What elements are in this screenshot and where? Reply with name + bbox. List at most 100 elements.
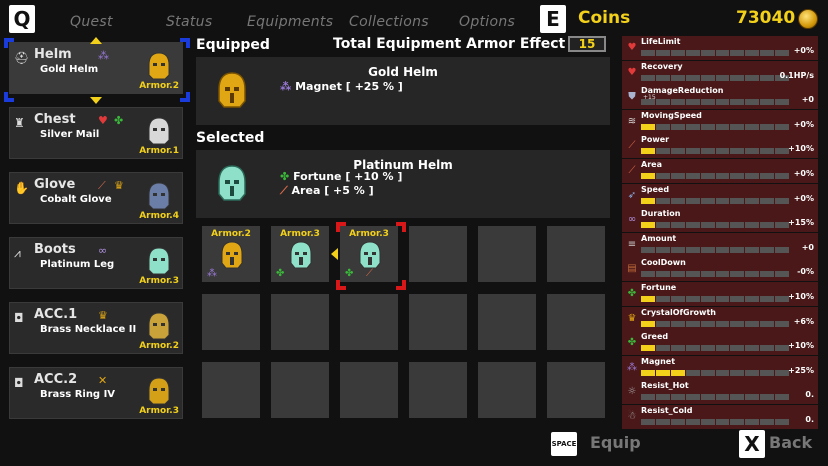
stat-row-damagereduction: ⛊ DamageReduction +15 +0 <box>622 85 818 110</box>
cell-selection-corner <box>336 280 346 290</box>
greed-icon: ✤ <box>627 337 637 349</box>
boots-icon-small: ⩘ <box>14 246 21 260</box>
inventory-cell-empty[interactable] <box>409 226 467 282</box>
space-key-icon[interactable]: SPACE <box>551 432 577 456</box>
stat-name: Recovery <box>641 61 683 71</box>
inventory-cell-empty[interactable] <box>202 362 260 418</box>
inventory-cell-empty[interactable] <box>202 294 260 350</box>
slot-armor-value: Armor.2 <box>139 81 179 91</box>
stat-row-amount: ≡ Amount +0 <box>622 232 818 257</box>
tab-equipments[interactable]: Equipments <box>247 14 333 30</box>
sword-icon: ⟋ <box>628 140 636 152</box>
stat-row-cooldown: ▤ CoolDown -0% <box>622 257 818 282</box>
stat-bar <box>641 222 790 229</box>
inventory-cell-item[interactable]: Armor.3 ✤ ⟋ <box>340 226 398 282</box>
equipment-slot-boots[interactable]: ⩘ Boots ∞ Platinum Leg Armor.3 <box>9 237 183 289</box>
equipment-slot-helm[interactable]: ⛑ Helm ⁂ Gold Helm Armor.2 <box>9 42 183 94</box>
stat-bar <box>641 50 790 56</box>
inventory-cell-empty[interactable] <box>340 362 398 418</box>
heart-icon: ♥ <box>627 66 637 78</box>
selection-corner <box>4 38 14 48</box>
chest-icon <box>148 117 170 145</box>
equip-hint-label[interactable]: Equip <box>590 433 641 452</box>
selected-effect-text: Fortune [ +10 % ] <box>293 170 403 183</box>
inventory-cell-empty[interactable] <box>478 362 536 418</box>
equipped-item-name: Gold Helm <box>368 65 438 79</box>
top-bar: Q Quest Status Equipments Collections Op… <box>0 0 828 40</box>
stat-value: +25% <box>788 365 814 375</box>
wand-icon: ⟋ <box>366 268 373 279</box>
stat-row-greed: ✤ Greed +10% <box>622 331 818 356</box>
boots-icon <box>148 247 170 275</box>
tab-status[interactable]: Status <box>166 14 212 30</box>
stat-value: -0% <box>797 267 814 277</box>
total-armor-value: 15 <box>568 36 606 52</box>
helm-icon <box>290 241 312 269</box>
necklace-icon-small: ◘ <box>14 311 24 325</box>
stat-value: 0. <box>805 390 814 400</box>
q-key-icon[interactable]: Q <box>9 5 35 33</box>
stat-value: 0. <box>805 415 814 424</box>
stat-name: Resist_Hot <box>641 381 689 391</box>
slot-armor-value: Armor.3 <box>139 406 179 416</box>
inventory-cell-item[interactable]: Armor.2 ⁂ <box>202 226 260 282</box>
stat-name: CoolDown <box>641 258 686 268</box>
stat-value: +0% <box>793 46 814 55</box>
inventory-cell-empty[interactable] <box>478 226 536 282</box>
stat-bar <box>641 173 790 179</box>
slot-item-name: Cobalt Glove <box>40 194 112 205</box>
clover-icon: ✤ <box>627 288 637 299</box>
back-hint-label[interactable]: Back <box>769 433 812 452</box>
stat-bar <box>641 197 790 204</box>
inventory-cell-empty[interactable] <box>547 294 605 350</box>
tab-options[interactable]: Options <box>459 14 515 30</box>
slot-armor-value: Armor.4 <box>139 211 179 221</box>
necklace-icon <box>148 312 170 340</box>
magnet-icon: ⁂ <box>207 268 217 279</box>
inventory-cell-empty[interactable] <box>547 362 605 418</box>
stat-name: MovingSpeed <box>641 110 702 120</box>
tab-collections[interactable]: Collections <box>349 14 429 30</box>
stat-row-power: ⟋ Power +10% <box>622 134 818 159</box>
amount-icon: ≡ <box>627 238 637 250</box>
slot-item-name: Platinum Leg <box>40 259 115 270</box>
stat-name: LifeLimit <box>641 37 681 46</box>
stat-bar <box>641 419 790 425</box>
inventory-cell-empty[interactable] <box>547 226 605 282</box>
inventory-cell-empty[interactable] <box>271 362 329 418</box>
x-key-icon[interactable]: X <box>739 430 765 458</box>
stat-bar <box>641 246 790 253</box>
selection-corner <box>4 92 14 102</box>
speed-icon: ➶ <box>627 189 637 201</box>
magnet-icon: ⁂ <box>627 361 637 373</box>
inventory-cell-empty[interactable] <box>409 362 467 418</box>
stat-bar <box>641 148 790 155</box>
cell-selection-corner <box>396 280 406 290</box>
equipment-slot-acc2[interactable]: ◘ ACC.2 ✕ Brass Ring IV Armor.3 <box>9 367 183 419</box>
cell-selection-corner <box>336 222 346 232</box>
inventory-cell-item[interactable]: Armor.3 ✤ <box>271 226 329 282</box>
e-key-icon[interactable]: E <box>540 5 566 33</box>
equipment-slot-glove[interactable]: ✋ Glove ⟋ ♛ Cobalt Glove Armor.4 <box>9 172 183 224</box>
wand-icon: ⟋ <box>280 184 288 197</box>
stat-row-resist-hot: ☼ Resist_Hot 0. <box>622 380 818 405</box>
selected-effect-fortune: ✤ Fortune [ +10 % ] <box>280 170 402 183</box>
inventory-cell-empty[interactable] <box>271 294 329 350</box>
equipment-slot-chest[interactable]: ♜ Chest ♥ ✤ Silver Mail Armor.1 <box>9 107 183 159</box>
stat-bar <box>641 74 790 81</box>
inventory-cell-empty[interactable] <box>340 294 398 350</box>
stat-value: +0 <box>801 95 814 105</box>
power-icon: ⟋ <box>98 179 106 192</box>
clover-icon: ✤ <box>276 268 285 279</box>
inventory-cell-empty[interactable] <box>478 294 536 350</box>
tab-quest[interactable]: Quest <box>70 14 113 30</box>
coins-label: Coins <box>578 8 631 28</box>
inventory-cell-empty[interactable] <box>409 294 467 350</box>
stat-name: Power <box>641 135 670 145</box>
glove-icon-small: ✋ <box>14 181 29 195</box>
book-icon: ▤ <box>627 263 637 275</box>
selected-item-name: Platinum Helm <box>353 158 453 172</box>
equipment-slot-acc1[interactable]: ◘ ACC.1 ♛ Brass Necklace II Armor.2 <box>9 302 183 354</box>
slot-armor-value: Armor.1 <box>139 146 179 156</box>
stat-name: Greed <box>641 332 669 342</box>
